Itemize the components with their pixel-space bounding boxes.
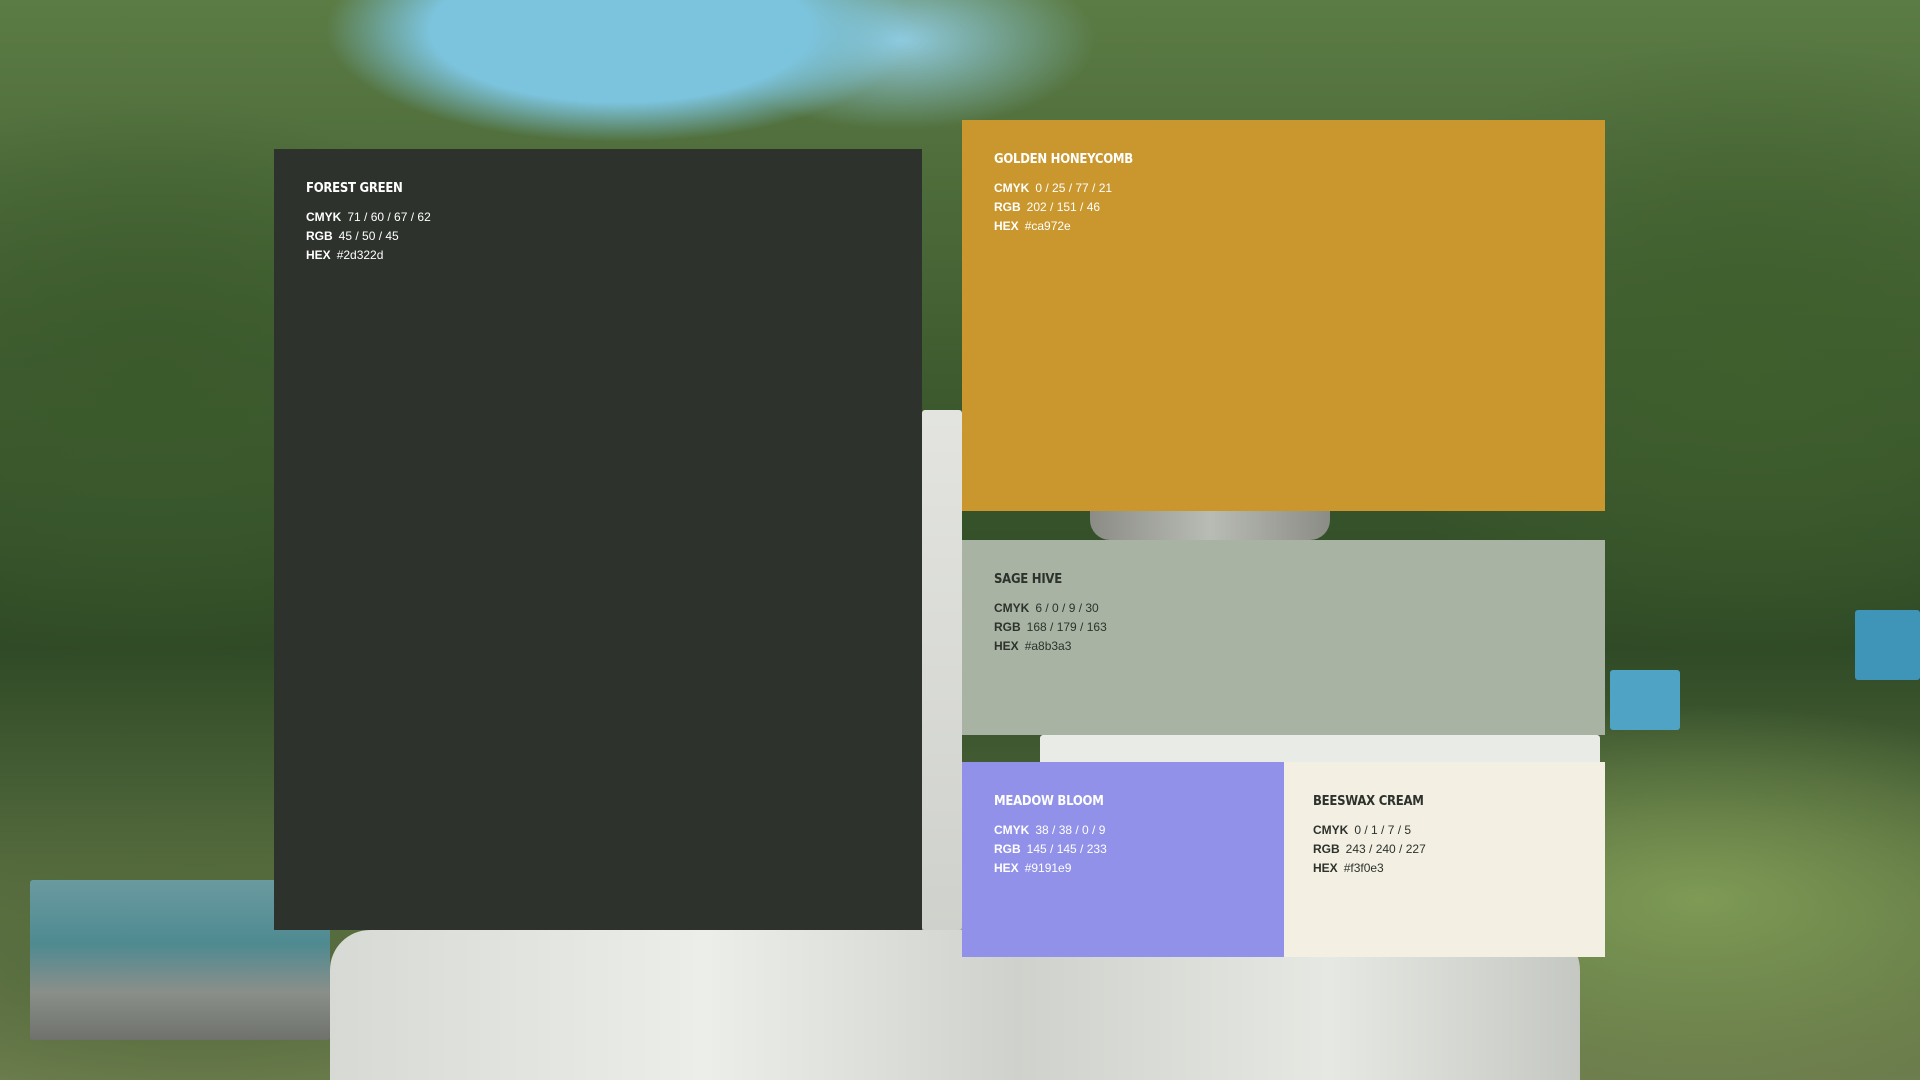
cmyk-value: 38 / 38 / 0 / 9 (1035, 823, 1106, 837)
hex-label: HEX (994, 861, 1019, 875)
swatch-name: SAGE HIVE (994, 572, 1062, 587)
cmyk-value: 0 / 1 / 7 / 5 (1354, 823, 1412, 837)
hex-row: HEX #9191e9 (994, 859, 1252, 878)
cmyk-label: CMYK (994, 601, 1030, 615)
cmyk-row: CMYK 38 / 38 / 0 / 9 (994, 821, 1252, 840)
hex-value: #f3f0e3 (1343, 861, 1384, 875)
rgb-value: 168 / 179 / 163 (1026, 620, 1107, 634)
swatch-sage-hive: SAGE HIVE CMYK 6 / 0 / 9 / 30 RGB 168 / 17… (962, 540, 1605, 735)
hex-value: #9191e9 (1024, 861, 1072, 875)
rgb-row: RGB 45 / 50 / 45 (306, 227, 890, 246)
rgb-value: 243 / 240 / 227 (1345, 842, 1426, 856)
swatch-forest-green: FOREST GREEN CMYK 71 / 60 / 67 / 62 RGB 45… (274, 149, 922, 930)
hex-label: HEX (994, 219, 1019, 233)
beekeeper-head-center (1090, 510, 1330, 540)
swatch-name: FOREST GREEN (306, 181, 403, 196)
beekeeper-head-left (922, 410, 962, 930)
rgb-row: RGB 168 / 179 / 163 (994, 618, 1573, 637)
hex-row: HEX #a8b3a3 (994, 637, 1573, 656)
cmyk-label: CMYK (1313, 823, 1349, 837)
hex-row: HEX #f3f0e3 (1313, 859, 1573, 878)
swatch-name: MEADOW BLOOM (994, 794, 1104, 809)
swatch-golden-honeycomb: GOLDEN HONEYCOMB CMYK 0 / 25 / 77 / 21 RG… (962, 120, 1605, 511)
rgb-row: RGB 243 / 240 / 227 (1313, 840, 1573, 859)
cmyk-row: CMYK 6 / 0 / 9 / 30 (994, 599, 1573, 618)
rgb-value: 202 / 151 / 46 (1026, 200, 1101, 214)
hex-label: HEX (994, 639, 1019, 653)
swatch-meadow-bloom: MEADOW BLOOM CMYK 38 / 38 / 0 / 9 RGB 145 … (962, 762, 1284, 957)
hex-label: HEX (306, 248, 331, 262)
hex-label: HEX (1313, 861, 1338, 875)
rgb-label: RGB (1313, 842, 1340, 856)
cmyk-label: CMYK (306, 210, 342, 224)
swatch-beeswax-cream: BEESWAX CREAM CMYK 0 / 1 / 7 / 5 RGB 243 /… (1284, 762, 1605, 957)
rgb-row: RGB 145 / 145 / 233 (994, 840, 1252, 859)
cmyk-label: CMYK (994, 181, 1030, 195)
rgb-row: RGB 202 / 151 / 46 (994, 198, 1573, 217)
swatch-name: BEESWAX CREAM (1313, 794, 1424, 809)
rgb-label: RGB (994, 200, 1021, 214)
hex-value: #a8b3a3 (1024, 639, 1072, 653)
cmyk-row: CMYK 71 / 60 / 67 / 62 (306, 208, 890, 227)
hex-row: HEX #ca972e (994, 217, 1573, 236)
rgb-label: RGB (994, 620, 1021, 634)
swatch-name: GOLDEN HONEYCOMB (994, 152, 1133, 167)
hex-row: HEX #2d322d (306, 246, 890, 265)
hex-value: #2d322d (336, 248, 384, 262)
cmyk-label: CMYK (994, 823, 1030, 837)
beehive-right (1610, 670, 1680, 730)
beekeeper-body-center (1040, 735, 1600, 765)
cmyk-value: 6 / 0 / 9 / 30 (1035, 601, 1099, 615)
beehive-far-right (1855, 610, 1920, 680)
cmyk-value: 0 / 25 / 77 / 21 (1035, 181, 1113, 195)
cmyk-row: CMYK 0 / 25 / 77 / 21 (994, 179, 1573, 198)
cmyk-value: 71 / 60 / 67 / 62 (347, 210, 431, 224)
rgb-value: 45 / 50 / 45 (338, 229, 399, 243)
cmyk-row: CMYK 0 / 1 / 7 / 5 (1313, 821, 1573, 840)
rgb-label: RGB (306, 229, 333, 243)
rgb-value: 145 / 145 / 233 (1026, 842, 1107, 856)
rgb-label: RGB (994, 842, 1021, 856)
hex-value: #ca972e (1024, 219, 1071, 233)
